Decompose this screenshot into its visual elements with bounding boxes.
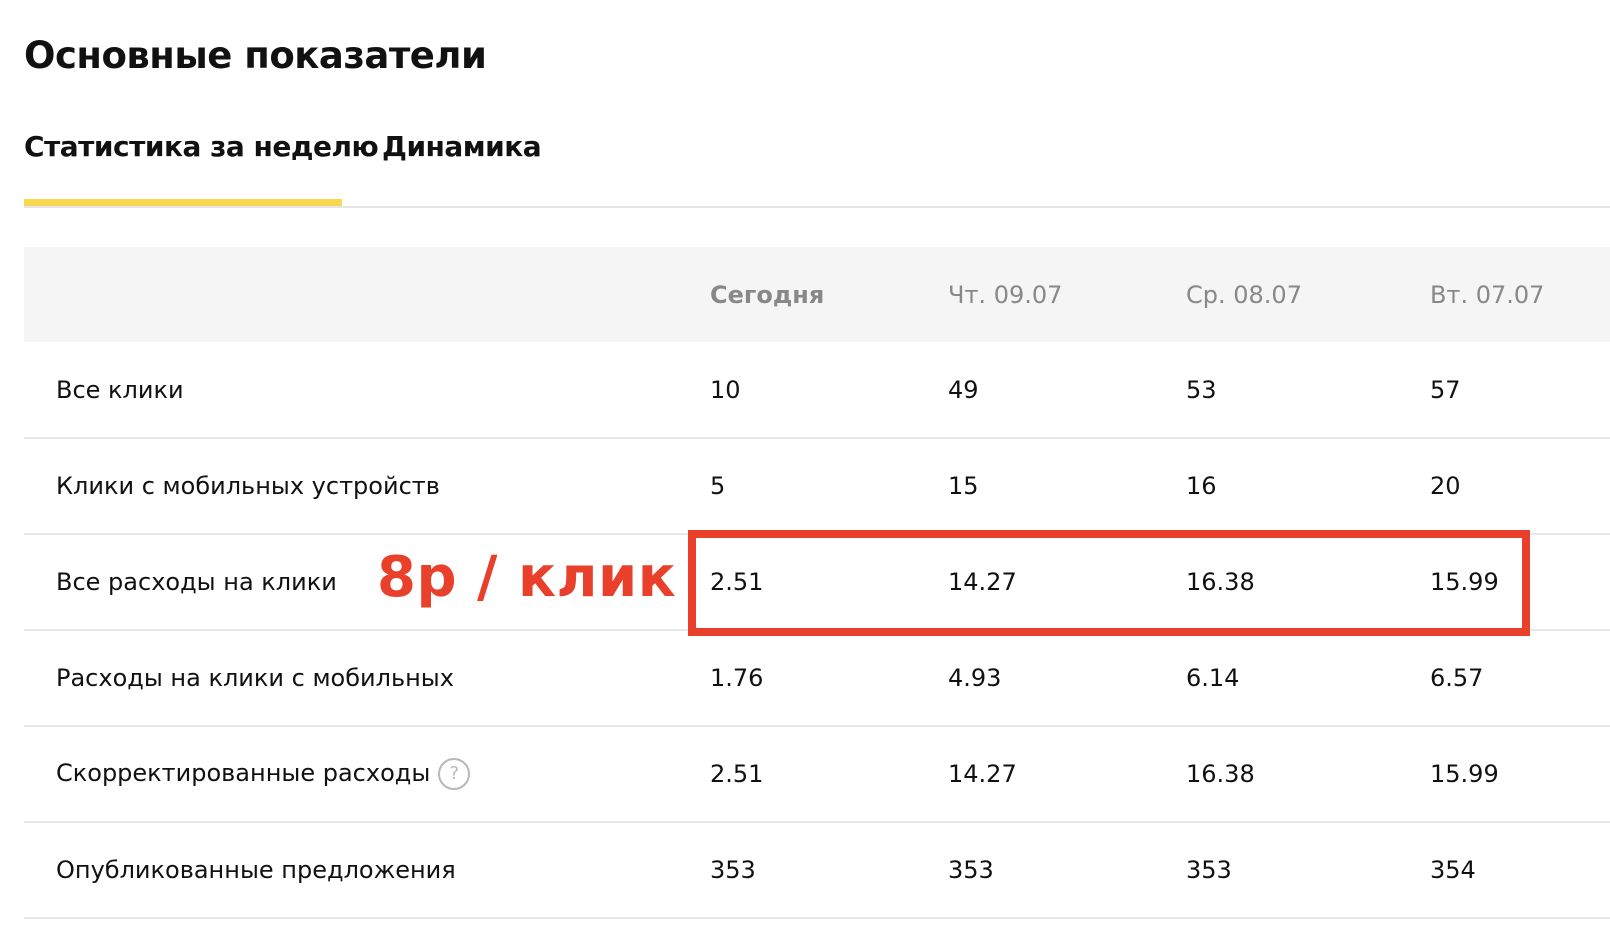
- cell-value: 15.99: [1430, 760, 1499, 788]
- row-label: Опубликованные предложения: [56, 856, 456, 884]
- row-label: Все клики: [56, 375, 184, 404]
- cell-value: 57: [1430, 375, 1461, 404]
- tab-dynamics[interactable]: Динамика: [382, 130, 542, 204]
- cell-value: 2.51: [710, 760, 764, 788]
- cell-value: 353: [710, 856, 756, 884]
- table-header-row: Сегодня Чт. 09.07 Ср. 08.07 Вт. 07.07: [24, 247, 1610, 342]
- cell-value: 16.38: [1186, 760, 1255, 788]
- cell-value: 4.93: [948, 664, 1002, 692]
- cell-value: 14.27: [948, 760, 1017, 788]
- table-row: Опубликованные предложения 353 353 353 3…: [24, 822, 1610, 918]
- row-label: Скорректированные расходы: [56, 759, 431, 787]
- tab-week-stats[interactable]: Статистика за неделю: [24, 130, 379, 206]
- table-row: Скорректированные расходы? 2.51 14.27 16…: [24, 726, 1610, 822]
- active-tab-indicator: [24, 199, 342, 206]
- header-day: Ср. 08.07: [1186, 280, 1302, 309]
- header-empty-cell: [24, 247, 710, 342]
- header-day: Чт. 09.07: [948, 280, 1063, 309]
- tabs-bar: Статистика за неделю Динамика: [24, 130, 1610, 208]
- table-row: Расходы на клики с мобильных 1.76 4.93 6…: [24, 630, 1610, 726]
- cell-value: 353: [1186, 856, 1232, 884]
- cell-value: 353: [948, 856, 994, 884]
- cell-value: 1.76: [710, 664, 764, 692]
- cell-value: 10: [710, 375, 741, 404]
- row-label-with-help: Скорректированные расходы?: [24, 726, 710, 822]
- annotation-label: 8р / клик: [377, 545, 677, 610]
- annotation-highlight-box: [688, 530, 1530, 636]
- cell-value: 6.57: [1430, 664, 1484, 692]
- table-row: Клики с мобильных устройств 5 15 16 20: [24, 438, 1610, 534]
- header-day: Вт. 07.07: [1430, 280, 1545, 309]
- row-label: Расходы на клики с мобильных: [56, 664, 454, 692]
- question-mark-icon[interactable]: ?: [438, 758, 471, 790]
- tab-week-stats-label: Статистика за неделю: [24, 130, 379, 163]
- cell-value: 354: [1430, 856, 1476, 884]
- cell-value: 6.14: [1186, 664, 1240, 692]
- header-today: Сегодня: [710, 280, 825, 309]
- table-row: Все клики 10 49 53 57: [24, 342, 1610, 438]
- cell-value: 53: [1186, 375, 1217, 404]
- tab-dynamics-label: Динамика: [382, 130, 542, 163]
- page-title: Основные показатели: [24, 34, 487, 77]
- cell-value: 16: [1186, 472, 1217, 500]
- row-label: Клики с мобильных устройств: [56, 472, 440, 500]
- cell-value: 20: [1430, 472, 1461, 500]
- cell-value: 5: [710, 472, 726, 500]
- cell-value: 49: [948, 375, 979, 404]
- cell-value: 15: [948, 472, 979, 500]
